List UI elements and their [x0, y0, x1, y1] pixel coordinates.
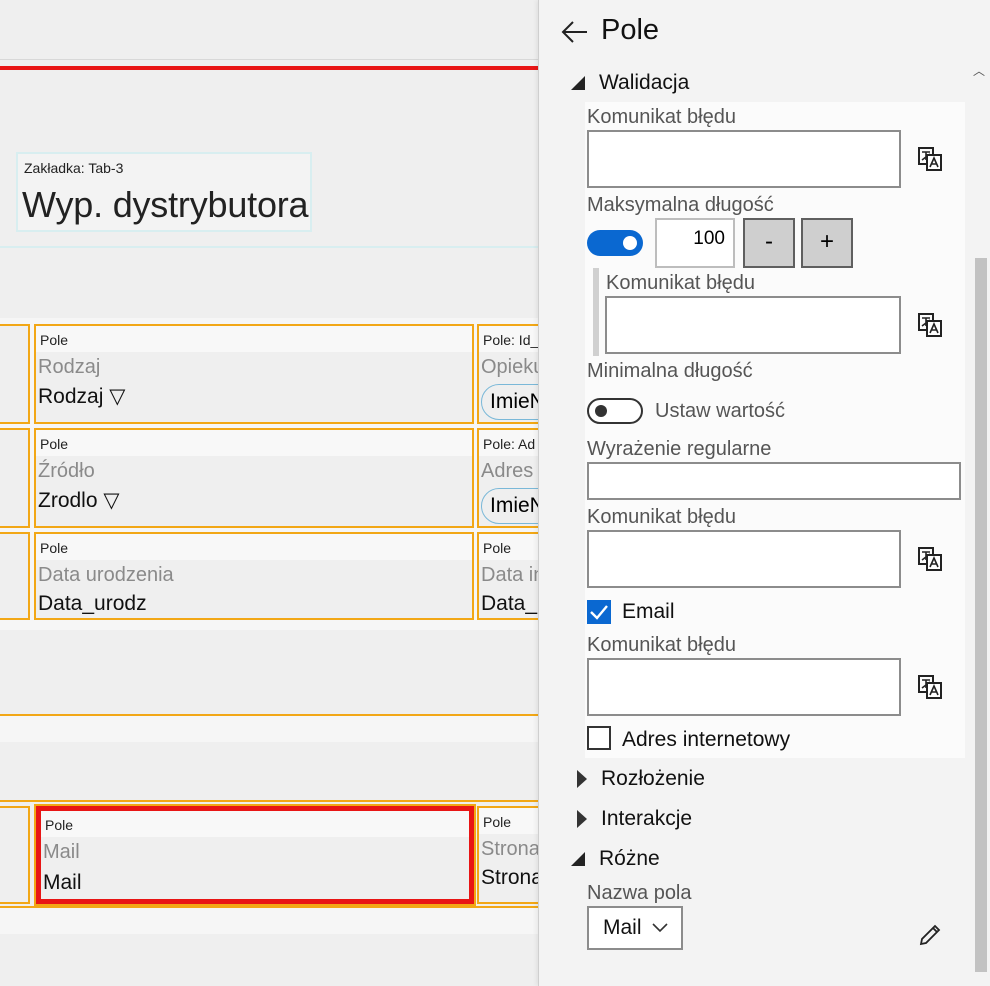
- error-message-label: Komunikat błędu: [587, 506, 736, 528]
- field-value-pill: ImieN: [481, 488, 540, 524]
- properties-panel: Pole ︿ Walidacja Komunikat błędu Maksyma…: [538, 0, 990, 986]
- field-name-value: Mail: [603, 916, 642, 939]
- field-label: Adres n: [481, 460, 540, 482]
- url-checkbox-label: Adres internetowy: [622, 728, 791, 751]
- section-border-line: [0, 906, 540, 908]
- field-rodzaj[interactable]: Pole Rodzaj Rodzaj ▽: [34, 324, 474, 424]
- scroll-up-icon[interactable]: ︿: [973, 62, 985, 79]
- max-length-error-input[interactable]: [605, 296, 901, 354]
- max-length-toggle[interactable]: [587, 230, 643, 256]
- expanded-triangle-icon: [571, 852, 585, 866]
- panel-title: Pole: [601, 14, 660, 46]
- field-partial-left[interactable]: [0, 806, 30, 904]
- min-length-toggle[interactable]: [587, 398, 643, 424]
- checkmark-icon: [590, 605, 608, 620]
- decrement-button[interactable]: -: [743, 218, 795, 268]
- field-name-label: Nazwa pola: [587, 882, 692, 904]
- section-rozne[interactable]: Różne: [571, 844, 660, 874]
- field-value-pill: ImieN: [481, 384, 540, 420]
- field-caption: Pole: [36, 326, 472, 352]
- field-partial-left[interactable]: [0, 428, 30, 528]
- translate-icon[interactable]: [917, 674, 943, 700]
- tab-title: Wyp. dystrybutora: [22, 184, 309, 225]
- field-label: Opieku: [481, 356, 540, 378]
- increment-button[interactable]: +: [801, 218, 853, 268]
- min-length-label: Minimalna długość: [587, 360, 753, 382]
- expanded-triangle-icon: [571, 76, 585, 90]
- email-checkbox-label: Email: [622, 600, 675, 623]
- field-label: Źródło: [38, 460, 95, 482]
- field-partial-left[interactable]: [0, 532, 30, 620]
- field-caption: Pole: Id_: [479, 326, 540, 352]
- translate-icon[interactable]: [917, 146, 943, 172]
- field-caption: Pole: Ad: [479, 430, 540, 456]
- field-mail-selected[interactable]: Pole Mail Mail: [36, 806, 474, 904]
- form-designer-canvas: Zakładka: Tab-3 Wyp. dystrybutora Pole R…: [0, 0, 540, 986]
- max-length-input[interactable]: 100: [655, 218, 735, 268]
- toggle-knob: [595, 405, 607, 417]
- regex-input[interactable]: [587, 462, 961, 500]
- field-label: Data in: [481, 564, 540, 586]
- section-label: Interakcje: [601, 807, 693, 830]
- field-value: Rodzaj ▽: [38, 385, 126, 408]
- section-rozlozenie[interactable]: Rozłożenie: [571, 764, 705, 794]
- email-error-input[interactable]: [587, 658, 901, 716]
- translate-icon[interactable]: [917, 546, 943, 572]
- arrow-left-icon[interactable]: [561, 18, 589, 46]
- field-partial-left[interactable]: [0, 324, 30, 424]
- selection-red-line: [0, 66, 540, 70]
- field-caption: Pole: [36, 534, 472, 560]
- field-data-urodzenia[interactable]: Pole Data urodzenia Data_urodz: [34, 532, 474, 620]
- section-band: [0, 716, 540, 742]
- url-checkbox[interactable]: [587, 726, 611, 750]
- field-strona[interactable]: Pole Strona Strona: [477, 806, 540, 904]
- indent-bar: [593, 268, 599, 356]
- section-walidacja[interactable]: Walidacja: [571, 68, 689, 98]
- collapsed-triangle-icon: [577, 770, 587, 788]
- field-value: Strona: [481, 866, 540, 889]
- error-message-label: Komunikat błędu: [606, 272, 755, 294]
- regex-label: Wyrażenie regularne: [587, 438, 772, 460]
- field-value: Mail: [43, 871, 82, 894]
- scrollbar-thumb[interactable]: [975, 258, 987, 972]
- section-label: Różne: [599, 847, 660, 870]
- section-interakcje[interactable]: Interakcje: [571, 804, 692, 834]
- section-label: Walidacja: [599, 71, 690, 94]
- tab-caption: Zakładka: Tab-3: [24, 160, 124, 176]
- regex-error-input[interactable]: [587, 530, 901, 588]
- field-label: Data urodzenia: [38, 564, 174, 586]
- field-caption: Pole: [479, 808, 540, 834]
- field-name-combobox[interactable]: Mail: [587, 906, 683, 950]
- field-data-in[interactable]: Pole Data in Data_i: [477, 532, 540, 620]
- field-value: Data_i: [481, 592, 540, 615]
- section-border-line: [0, 800, 540, 802]
- error-message-label: Komunikat błędu: [587, 106, 736, 128]
- chevron-down-icon: [651, 923, 668, 933]
- field-label: Rodzaj: [38, 356, 101, 378]
- section-label: Rozłożenie: [601, 767, 705, 790]
- canvas-top-bar: [0, 0, 540, 60]
- translate-icon[interactable]: [917, 312, 943, 338]
- toggle-knob: [623, 236, 637, 250]
- field-caption: Pole: [41, 811, 469, 837]
- field-zrodlo[interactable]: Pole Źródło Zrodlo ▽: [34, 428, 474, 528]
- max-length-label: Maksymalna długość: [587, 194, 774, 216]
- field-label: Mail: [43, 841, 80, 863]
- field-value: Zrodlo ▽: [38, 489, 120, 512]
- field-opiekun[interactable]: Pole: Id_ Opieku ImieN: [477, 324, 540, 424]
- field-caption: Pole: [479, 534, 540, 560]
- field-caption: Pole: [36, 430, 472, 456]
- min-length-toggle-text: Ustaw wartość: [655, 400, 786, 422]
- collapsed-triangle-icon: [577, 810, 587, 828]
- tab-box[interactable]: Zakładka: Tab-3 Wyp. dystrybutora: [16, 152, 312, 232]
- field-adres[interactable]: Pole: Ad Adres n ImieN: [477, 428, 540, 528]
- email-checkbox[interactable]: [587, 600, 611, 624]
- panel-header: Pole: [539, 0, 990, 64]
- error-message-label: Komunikat błędu: [587, 634, 736, 656]
- error-message-input[interactable]: [587, 130, 901, 188]
- pencil-icon[interactable]: [917, 922, 943, 948]
- field-value: Data_urodz: [38, 592, 147, 615]
- field-label: Strona: [481, 838, 540, 860]
- section-band: [0, 908, 540, 934]
